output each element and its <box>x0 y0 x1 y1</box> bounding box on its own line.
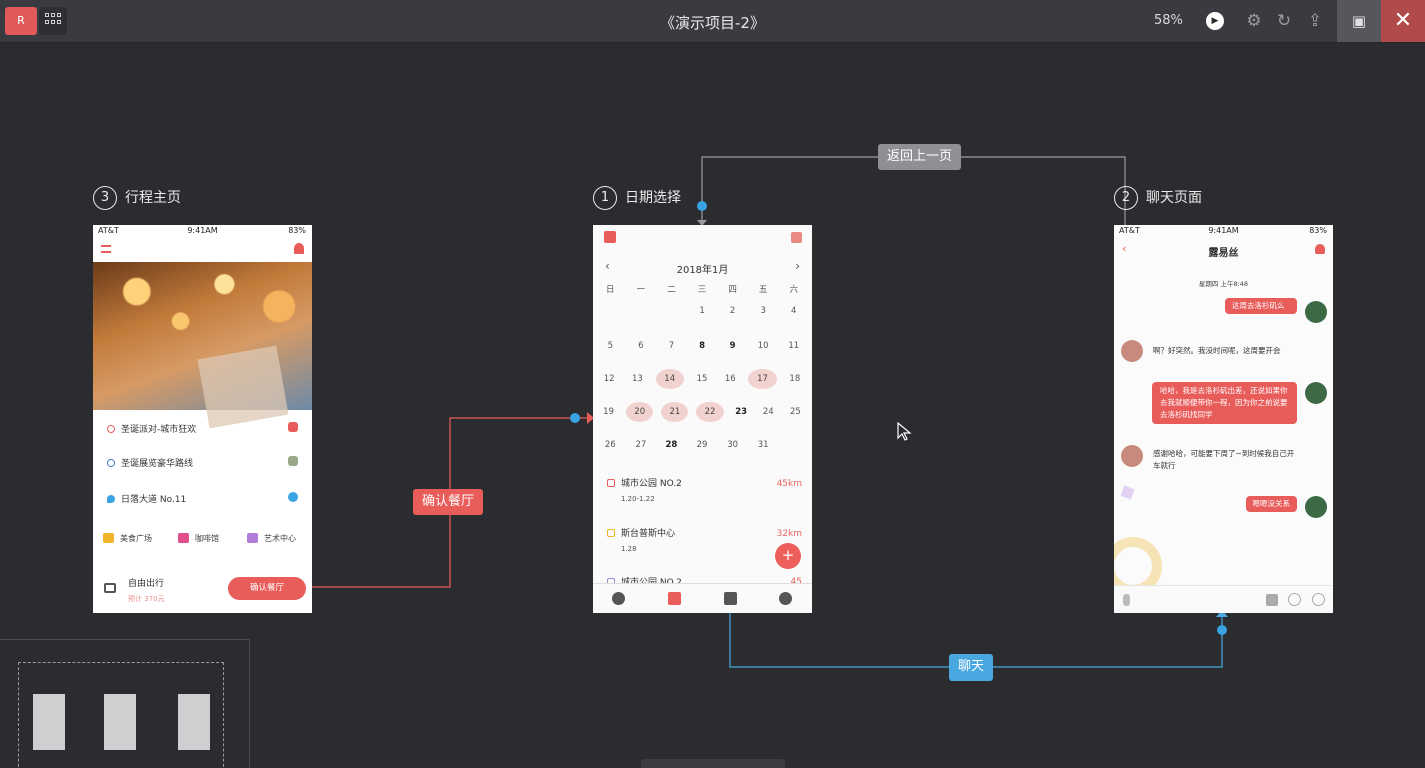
chat-screen[interactable]: AT&T 9:41AM 83% ‹ 露易丝 星期四 上午8:48 这周去洛杉矶么… <box>1114 225 1333 613</box>
microphone-icon[interactable] <box>1123 594 1130 606</box>
calendar-week[interactable]: 19 20 21 22 23 24 25 <box>595 402 809 422</box>
chart-icon[interactable] <box>791 232 802 243</box>
category-art[interactable]: 艺术中心 <box>247 533 296 544</box>
status-bar: AT&T 9:41AM 83% <box>98 226 306 235</box>
tab-compass-icon[interactable] <box>612 592 625 605</box>
calendar-week[interactable]: 26 27 28 29 30 31 <box>595 435 809 455</box>
art-icon <box>247 533 258 543</box>
minimap[interactable] <box>0 639 250 768</box>
avatar <box>1121 340 1143 362</box>
bus-icon <box>288 456 298 466</box>
christmas-photo <box>93 262 312 429</box>
next-month-icon[interactable]: › <box>795 259 800 273</box>
contact-name: 露易丝 <box>1208 248 1239 259</box>
trip-screen[interactable]: AT&T 9:41AM 83% 圣诞派对-城市狂欢 圣诞展览豪华路线 日落大道 … <box>93 225 312 613</box>
photo-card <box>197 345 289 429</box>
confirm-link-label[interactable]: 确认餐厅 <box>413 489 484 515</box>
message-bubble-sent[interactable]: 哈哈，我是去洛杉矶出差，还说如果你去我就顺便带你一程，因为你之前说要去洛杉矶找同… <box>1152 382 1297 424</box>
message-received[interactable]: 感谢哈哈，可能要下周了~到时候我自己开车就行 <box>1153 448 1298 472</box>
weekday-header: 日一二三四五六 <box>606 285 799 295</box>
lightning-node-confirm <box>570 413 580 423</box>
calendar-week[interactable]: 12 13 14 15 16 17 18 <box>595 369 809 389</box>
day: 1 <box>699 306 705 316</box>
map-icon[interactable] <box>604 231 616 243</box>
event-distance: 32km <box>776 529 802 539</box>
lightning-node-date <box>697 201 707 211</box>
tab-bar <box>593 583 812 613</box>
screen-label-chat[interactable]: 2 聊天页面 <box>1114 186 1202 210</box>
chat-input-bar <box>1114 585 1333 613</box>
event-distance: 45km <box>776 479 802 489</box>
date-screen[interactable]: ‹ 2018年1月 › 日一二三四五六 1234 5 6 7 8 9 10 11 12 13 1… <box>593 225 812 613</box>
month-title: 2018年1月 <box>676 265 729 276</box>
thumbs-up-icon[interactable] <box>1266 594 1278 606</box>
avatar <box>1121 445 1143 467</box>
trip-price: 预计 370元 <box>128 595 165 603</box>
screen-label-date[interactable]: 1 日期选择 <box>593 186 681 210</box>
tab-profile-icon[interactable] <box>779 592 792 605</box>
chat-timestamp: 星期四 上午8:48 <box>1198 280 1249 288</box>
screen-label-trip[interactable]: 3 行程主页 <box>93 186 181 210</box>
event-item[interactable]: 城市公园 NO.2 1.20-1.22 <box>607 476 682 503</box>
message-bubble-sent[interactable]: 嗯嗯没关系 <box>1245 496 1297 512</box>
scroll-handle[interactable] <box>641 759 785 768</box>
cafe-icon <box>178 533 189 543</box>
minimap-page <box>104 694 136 750</box>
avatar <box>1305 496 1327 518</box>
trip-title: 自由出行 <box>128 579 165 589</box>
avatar <box>1305 301 1327 323</box>
profile-icon[interactable] <box>1315 244 1325 254</box>
category-food[interactable]: 美食广场 <box>103 533 152 544</box>
event-item[interactable]: 斯台普斯中心 1.28 <box>607 526 675 553</box>
bell-icon[interactable] <box>294 243 304 254</box>
minimap-page <box>178 694 210 750</box>
lightning-node-chat <box>1217 625 1227 635</box>
chat-link-label[interactable]: 聊天 <box>949 654 994 681</box>
category-cafe[interactable]: 咖啡馆 <box>178 533 219 544</box>
avatar <box>1305 382 1327 404</box>
message-bubble-sent[interactable]: 这周去洛杉矶么 <box>1225 298 1297 314</box>
calendar-week[interactable]: 1234 <box>595 301 809 321</box>
add-event-button[interactable]: + <box>775 543 801 569</box>
add-icon[interactable] <box>1312 593 1325 606</box>
tab-clipboard-icon[interactable] <box>668 592 681 605</box>
back-link-label[interactable]: 返回上一页 <box>878 144 962 170</box>
tab-chat-icon[interactable] <box>724 592 737 605</box>
confirm-restaurant-button[interactable]: 确认餐厅 <box>228 577 306 600</box>
menu-icon[interactable] <box>101 245 111 253</box>
calendar-week[interactable]: 5 6 7 8 9 10 11 <box>595 336 809 356</box>
food-icon <box>103 533 114 543</box>
compass-icon <box>288 492 298 502</box>
party-icon <box>288 422 298 432</box>
briefcase-icon <box>104 583 116 593</box>
status-bar: AT&T 9:41AM 83% <box>1119 226 1327 235</box>
message-received[interactable]: 啊？好突然。我没时间呢，这周要开会 <box>1153 345 1323 357</box>
minimap-page <box>33 694 65 750</box>
trip-item[interactable]: 日落大道 No.11 <box>107 492 186 505</box>
emoji-icon[interactable] <box>1288 593 1301 606</box>
mouse-cursor-icon <box>897 422 912 441</box>
trip-item[interactable]: 圣诞展览豪华路线 <box>107 456 193 469</box>
trip-item[interactable]: 圣诞派对-城市狂欢 <box>107 422 196 435</box>
decor-square <box>1120 485 1135 500</box>
